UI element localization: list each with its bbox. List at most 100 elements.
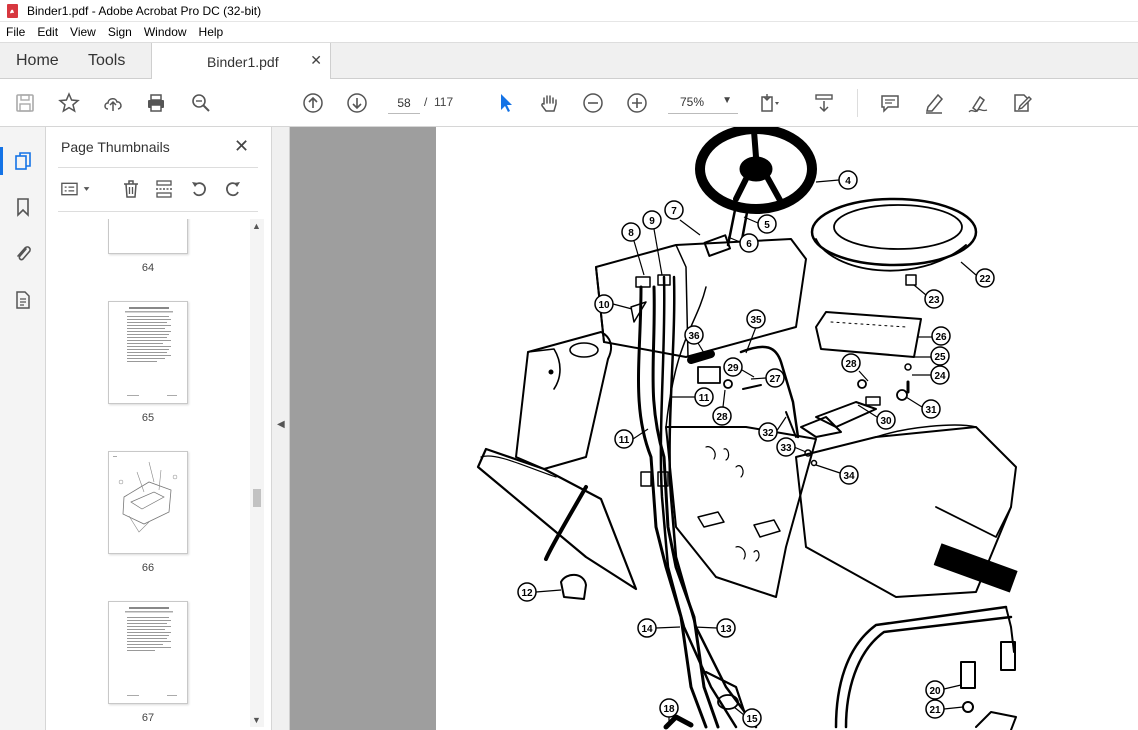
rotate-clockwise-icon[interactable] [221,177,245,201]
callout-9: 9 [642,210,663,276]
menu-edit[interactable]: Edit [31,25,64,39]
part-callouts: 4 5 6 7 8 9 10 11 11 12 13 14 15 18 20 2… [517,170,995,728]
page-separator: / [424,95,428,109]
next-page-icon[interactable] [345,91,369,115]
svg-text:27: 27 [769,374,781,385]
callout-26: 26 [918,326,951,346]
tab-bar: Home Tools Binder1.pdf ✕ [0,43,1138,80]
thumbnail-options-icon[interactable] [58,177,98,201]
zoom-out-icon[interactable] [581,91,605,115]
zoom-search-icon[interactable] [189,91,213,115]
callout-15: 15 [733,706,762,728]
rotate-counterclockwise-icon[interactable] [187,177,211,201]
tab-home[interactable]: Home [16,43,59,79]
thumbnail-page-65[interactable] [108,301,188,404]
select-cursor-icon[interactable] [494,91,518,115]
svg-text:21: 21 [929,705,941,716]
callout-10: 10 [594,294,633,314]
callout-28a: 28 [712,389,732,426]
thumbnail-list[interactable]: 64 65 66 67 [46,219,250,730]
thumbnail-page-64[interactable] [108,219,188,254]
callout-24: 24 [912,365,950,385]
tab-tools[interactable]: Tools [88,43,125,79]
svg-text:24: 24 [934,371,946,382]
menu-help[interactable]: Help [193,25,230,39]
close-panel-icon[interactable]: ✕ [234,136,249,157]
hand-tool-icon[interactable] [537,91,561,115]
save-icon[interactable] [13,91,37,115]
thumbnail-label: 66 [141,562,155,574]
edit-pdf-icon[interactable] [1010,91,1034,115]
close-tab-icon[interactable]: ✕ [310,52,322,69]
callout-12: 12 [517,582,562,602]
page-total: 117 [434,95,454,109]
bookmark-star-icon[interactable] [57,91,81,115]
insert-page-icon[interactable] [152,177,176,201]
svg-text:35: 35 [750,315,762,326]
scroll-up-icon[interactable]: ▲ [252,221,261,231]
thumbnail-scrollbar[interactable]: ▲ ▼ [250,219,264,727]
panel-splitter[interactable]: ◀ [272,127,290,730]
zoom-dropdown[interactable]: 75% ▼ [668,92,738,114]
collapse-panel-icon[interactable]: ◀ [277,419,285,430]
toolbar-divider [857,89,858,117]
page-number-input[interactable]: 58 [388,92,420,114]
chevron-down-icon: ▼ [722,95,732,106]
svg-text:29: 29 [727,363,739,374]
delete-page-icon[interactable] [119,177,143,201]
menu-window[interactable]: Window [138,25,193,39]
attachments-icon[interactable] [11,241,35,265]
svg-text:30: 30 [880,416,892,427]
callout-20: 20 [925,680,962,700]
callout-14: 14 [637,618,681,638]
svg-text:7: 7 [671,206,677,217]
svg-text:34: 34 [843,471,855,482]
scroll-mode-icon[interactable] [812,91,836,115]
svg-text:26: 26 [935,332,947,343]
tab-document[interactable]: Binder1.pdf ✕ [151,43,331,80]
svg-text:28: 28 [845,359,857,370]
comment-icon[interactable] [878,91,902,115]
callout-25: 25 [914,346,950,366]
scrollbar-thumb[interactable] [253,489,261,507]
svg-text:31: 31 [925,405,937,416]
document-properties-icon[interactable] [11,288,35,312]
thumbnail-label: 67 [141,712,155,724]
highlight-pen-icon[interactable] [922,91,946,115]
print-icon[interactable] [144,91,168,115]
rail-active-indicator [0,147,3,175]
svg-text:14: 14 [641,624,653,635]
callout-4: 4 [815,170,858,190]
svg-text:4: 4 [845,176,851,187]
svg-text:12: 12 [521,588,533,599]
toolbar: 58 / 117 75% ▼ [0,79,1138,127]
sign-pen-icon[interactable] [966,91,990,115]
scroll-down-icon[interactable]: ▼ [252,715,261,725]
previous-page-icon[interactable] [301,91,325,115]
cloud-upload-icon[interactable] [101,91,125,115]
callout-32: 32 [758,416,787,442]
svg-text:18: 18 [663,704,675,715]
page-thumbnails-icon[interactable] [11,149,35,173]
callout-5: 5 [743,214,777,234]
thumbnail-page-67[interactable] [108,601,188,704]
bookmarks-icon[interactable] [11,195,35,219]
menu-file[interactable]: File [0,25,31,39]
menu-view[interactable]: View [64,25,102,39]
svg-text:8: 8 [628,228,634,239]
menu-sign[interactable]: Sign [102,25,138,39]
thumbnail-exploded-drawing-image [113,456,178,533]
thumbnail-page-66[interactable] [108,451,188,554]
title-bar: Binder1.pdf - Adobe Acrobat Pro DC (32-b… [0,0,1138,22]
svg-text:36: 36 [688,331,700,342]
menu-bar: File Edit View Sign Window Help [0,22,1138,43]
thumbnail-label: 64 [141,262,155,274]
document-view[interactable]: 4 5 6 7 8 9 10 11 11 12 13 14 15 18 20 2… [290,127,1138,730]
callout-31: 31 [905,396,941,419]
svg-text:13: 13 [720,624,732,635]
svg-text:22: 22 [979,274,991,285]
thumbnail-parts-list-image [125,307,177,396]
page-fit-icon[interactable] [757,91,781,115]
zoom-in-icon[interactable] [625,91,649,115]
callout-34: 34 [815,464,859,485]
